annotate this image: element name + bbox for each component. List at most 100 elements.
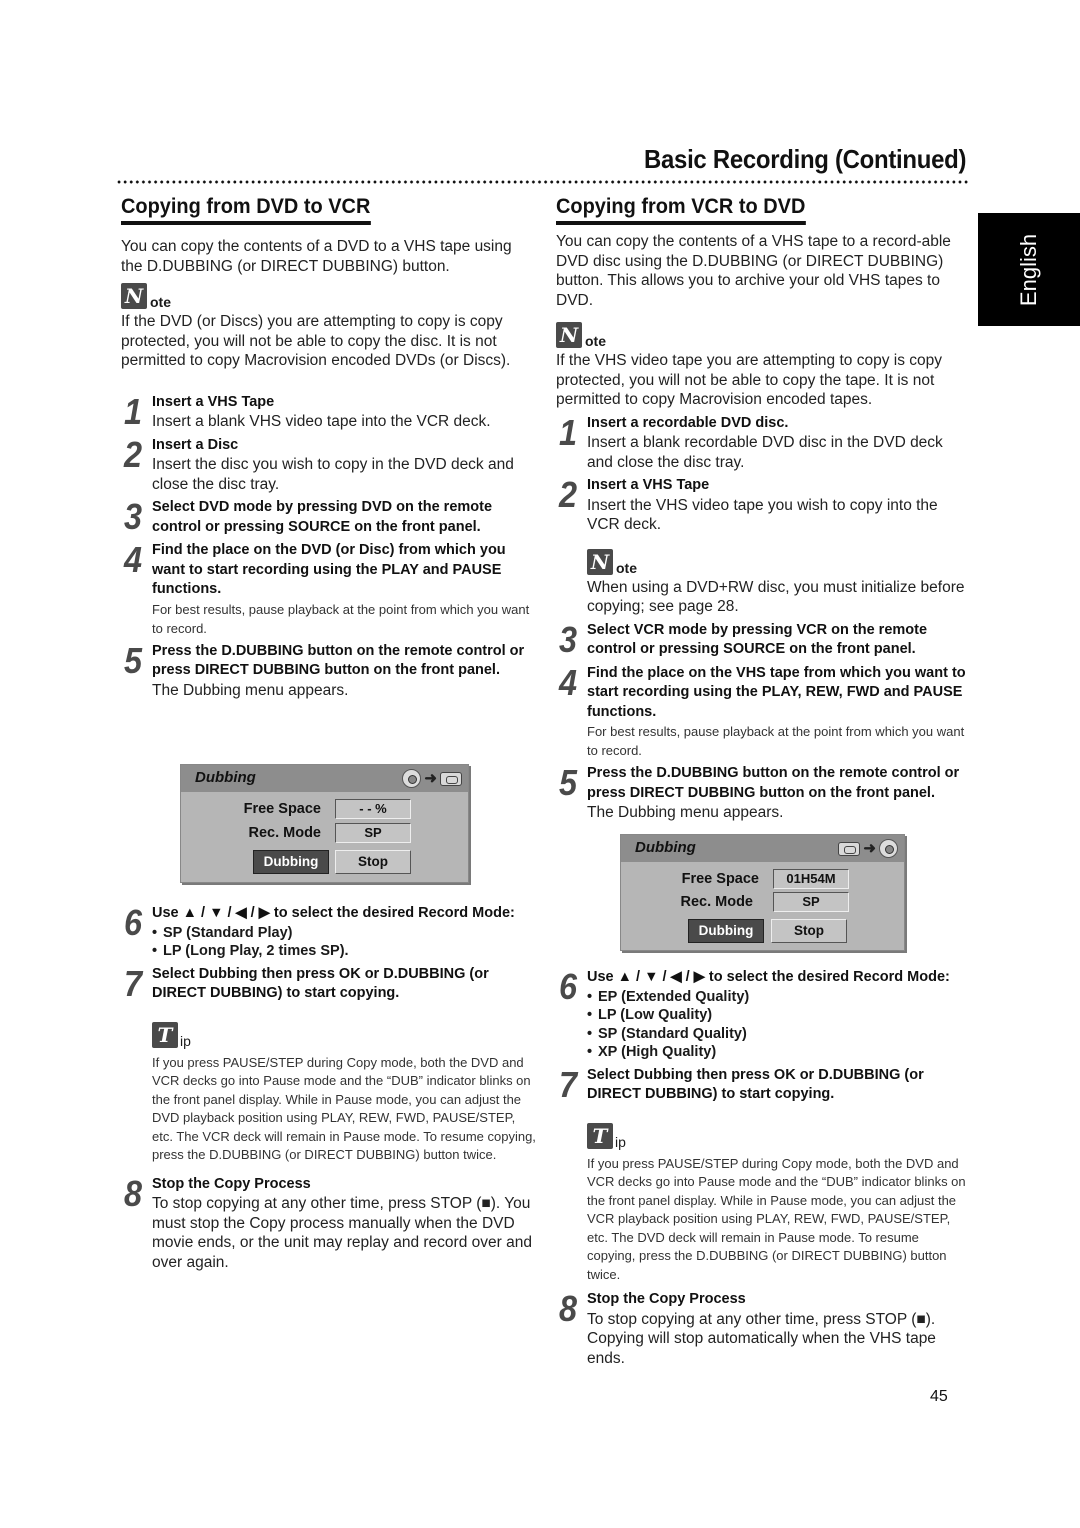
step-title: Insert a recordable DVD disc.: [587, 414, 789, 431]
tip-text: If you press PAUSE/STEP during Copy mode…: [587, 1155, 966, 1282]
intro-text: You can copy the contents of a VHS tape …: [556, 233, 951, 309]
note-text: When using a DVD+RW disc, you must initi…: [587, 578, 965, 616]
step-2: 2 Insert a VHS Tape Insert the VHS video…: [556, 476, 966, 535]
free-space-value: - - %: [335, 799, 411, 819]
tip-label: ip: [180, 1032, 191, 1049]
tape-icon: [440, 771, 462, 786]
step-text: To stop copying at any other time, press…: [152, 1195, 532, 1271]
step-title: Press the D.DUBBING button on the remote…: [587, 765, 960, 801]
note-label: ote: [585, 333, 606, 349]
step-number: 2: [124, 433, 143, 475]
step-text: Insert the disc you wish to copy in the …: [152, 456, 514, 493]
step-title: Select VCR mode by pressing VCR on the r…: [587, 621, 928, 658]
dubbing-menu-title: Dubbing: [635, 839, 696, 856]
note-text: If the DVD (or Discs) you are attempting…: [121, 313, 511, 369]
step-text: Insert a blank VHS video tape into the V…: [152, 413, 491, 430]
arrow-right-icon: ➜: [424, 770, 437, 787]
tip-block: T ip If you press PAUSE/STEP during Copy…: [556, 1122, 966, 1285]
dubbing-menu-header: Dubbing ➜: [621, 835, 904, 862]
step-8: 8 Stop the Copy Process To stop copying …: [121, 1175, 536, 1273]
record-mode-item: LP (Low Quality): [587, 1006, 966, 1025]
rec-mode-row: Rec. Mode SP: [181, 823, 411, 843]
free-space-row: Free Space 01H54M: [621, 869, 849, 889]
tip-text: If you press PAUSE/STEP during Copy mode…: [152, 1054, 536, 1163]
intro-text: You can copy the contents of a DVD to a …: [121, 238, 512, 275]
step-8: 8 Stop the Copy Process To stop copying …: [556, 1290, 966, 1368]
stop-button[interactable]: Stop: [771, 919, 847, 943]
section-dvd-to-vcr-cont: 6 Use ▲ / ▼ / ◀ / ▶ to select the desire…: [121, 904, 536, 1272]
step-number: 7: [559, 1063, 578, 1105]
step-number: 3: [124, 496, 143, 537]
step-title: Find the place on the DVD (or Disc) from…: [152, 542, 506, 597]
step-title: Insert a VHS Tape: [587, 477, 710, 493]
step-title: Use ▲ / ▼ / ◀ / ▶ to select the desired …: [152, 905, 515, 921]
rec-mode-value[interactable]: SP: [773, 892, 849, 912]
tip-icon: T: [587, 1122, 613, 1149]
section-vcr-to-dvd: Copying from VCR to DVD You can copy the…: [556, 195, 966, 823]
step-number: 3: [559, 618, 578, 660]
dubbing-button[interactable]: Dubbing: [253, 850, 329, 874]
dubbing-menu-header: Dubbing ➜: [181, 765, 468, 792]
step-5: 5 Press the D.DUBBING button on the remo…: [121, 642, 536, 701]
rec-mode-row: Rec. Mode SP: [621, 892, 849, 912]
step-text: The Dubbing menu appears.: [152, 681, 349, 699]
step-3: 3 Select DVD mode by pressing DVD on the…: [121, 498, 536, 537]
dubbing-direction: ➜: [402, 769, 462, 788]
section-title: Copying from DVD to VCR: [121, 195, 371, 225]
note-heading: N ote: [587, 548, 966, 576]
dubbing-menu-title: Dubbing: [195, 769, 256, 786]
step-text: To stop copying at any other time, press…: [587, 1310, 936, 1367]
step-number: 8: [559, 1288, 578, 1329]
step-title: Find the place on the VHS tape from whic…: [587, 664, 966, 720]
step-text: The Dubbing menu appears.: [587, 804, 784, 821]
dotted-divider: [116, 180, 970, 184]
record-mode-item: SP (Standard Quality): [587, 1025, 966, 1044]
note-icon: N: [587, 548, 613, 575]
note-label: ote: [150, 294, 171, 310]
step-1: 1 Insert a VHS Tape Insert a blank VHS v…: [121, 393, 536, 432]
step-number: 1: [559, 411, 578, 453]
disc-icon: [879, 839, 898, 858]
step-title: Insert a VHS Tape: [152, 393, 275, 410]
record-mode-item: SP (Standard Play): [152, 924, 536, 943]
step-4: 4 Find the place on the VHS tape from wh…: [556, 664, 966, 761]
note-heading: N ote: [121, 283, 536, 309]
stop-button[interactable]: Stop: [335, 850, 411, 874]
step-number: 4: [124, 539, 143, 580]
step-3: 3 Select VCR mode by pressing VCR on the…: [556, 621, 966, 660]
step-title: Use ▲ / ▼ / ◀ / ▶ to select the desired …: [587, 969, 950, 985]
dubbing-menu-vcr-to-dvd: Dubbing ➜ Free Space 01H54M Rec. Mode SP…: [620, 834, 905, 951]
step-title: Insert a Disc: [152, 436, 239, 453]
rec-mode-label: Rec. Mode: [680, 894, 753, 910]
step-text: Insert a blank recordable DVD disc in th…: [587, 434, 943, 471]
record-mode-item: LP (Long Play, 2 times SP).: [152, 942, 536, 961]
rec-mode-value[interactable]: SP: [335, 823, 411, 843]
step-number: 5: [124, 639, 143, 681]
step-number: 1: [124, 390, 143, 432]
step-hint: For best results, pause playback at the …: [587, 724, 965, 758]
note-text: If the VHS video tape you are attempting…: [556, 352, 942, 408]
record-mode-list: SP (Standard Play) LP (Long Play, 2 time…: [152, 924, 536, 961]
step-6: 6 Use ▲ / ▼ / ◀ / ▶ to select the desire…: [556, 968, 966, 1062]
step-number: 2: [559, 474, 578, 515]
rec-mode-label: Rec. Mode: [248, 825, 321, 841]
step-2: 2 Insert a Disc Insert the disc you wish…: [121, 436, 536, 495]
dubbing-button[interactable]: Dubbing: [688, 919, 764, 943]
section-dvd-to-vcr: Copying from DVD to VCR You can copy the…: [121, 195, 536, 700]
note-heading: N ote: [556, 322, 966, 348]
step-number: 6: [559, 966, 578, 1007]
step-title: Press the D.DUBBING button on the remote…: [152, 642, 525, 679]
free-space-row: Free Space - - %: [181, 799, 411, 819]
step-note-block: N ote When using a DVD+RW disc, you must…: [556, 548, 966, 617]
step-7: 7 Select Dubbing then press OK or D.DUBB…: [556, 1066, 966, 1105]
step-hint: For best results, pause playback at the …: [152, 601, 530, 636]
step-5: 5 Press the D.DUBBING button on the remo…: [556, 764, 966, 823]
step-text: Insert the VHS video tape you wish to co…: [587, 496, 938, 534]
step-number: 8: [124, 1172, 143, 1214]
section-title: Copying from VCR to DVD: [556, 195, 806, 225]
step-number: 4: [559, 661, 578, 703]
note-label: ote: [616, 559, 637, 576]
step-4: 4 Find the place on the DVD (or Disc) fr…: [121, 541, 536, 638]
record-mode-item: XP (High Quality): [587, 1043, 966, 1062]
step-title: Stop the Copy Process: [587, 1291, 746, 1307]
